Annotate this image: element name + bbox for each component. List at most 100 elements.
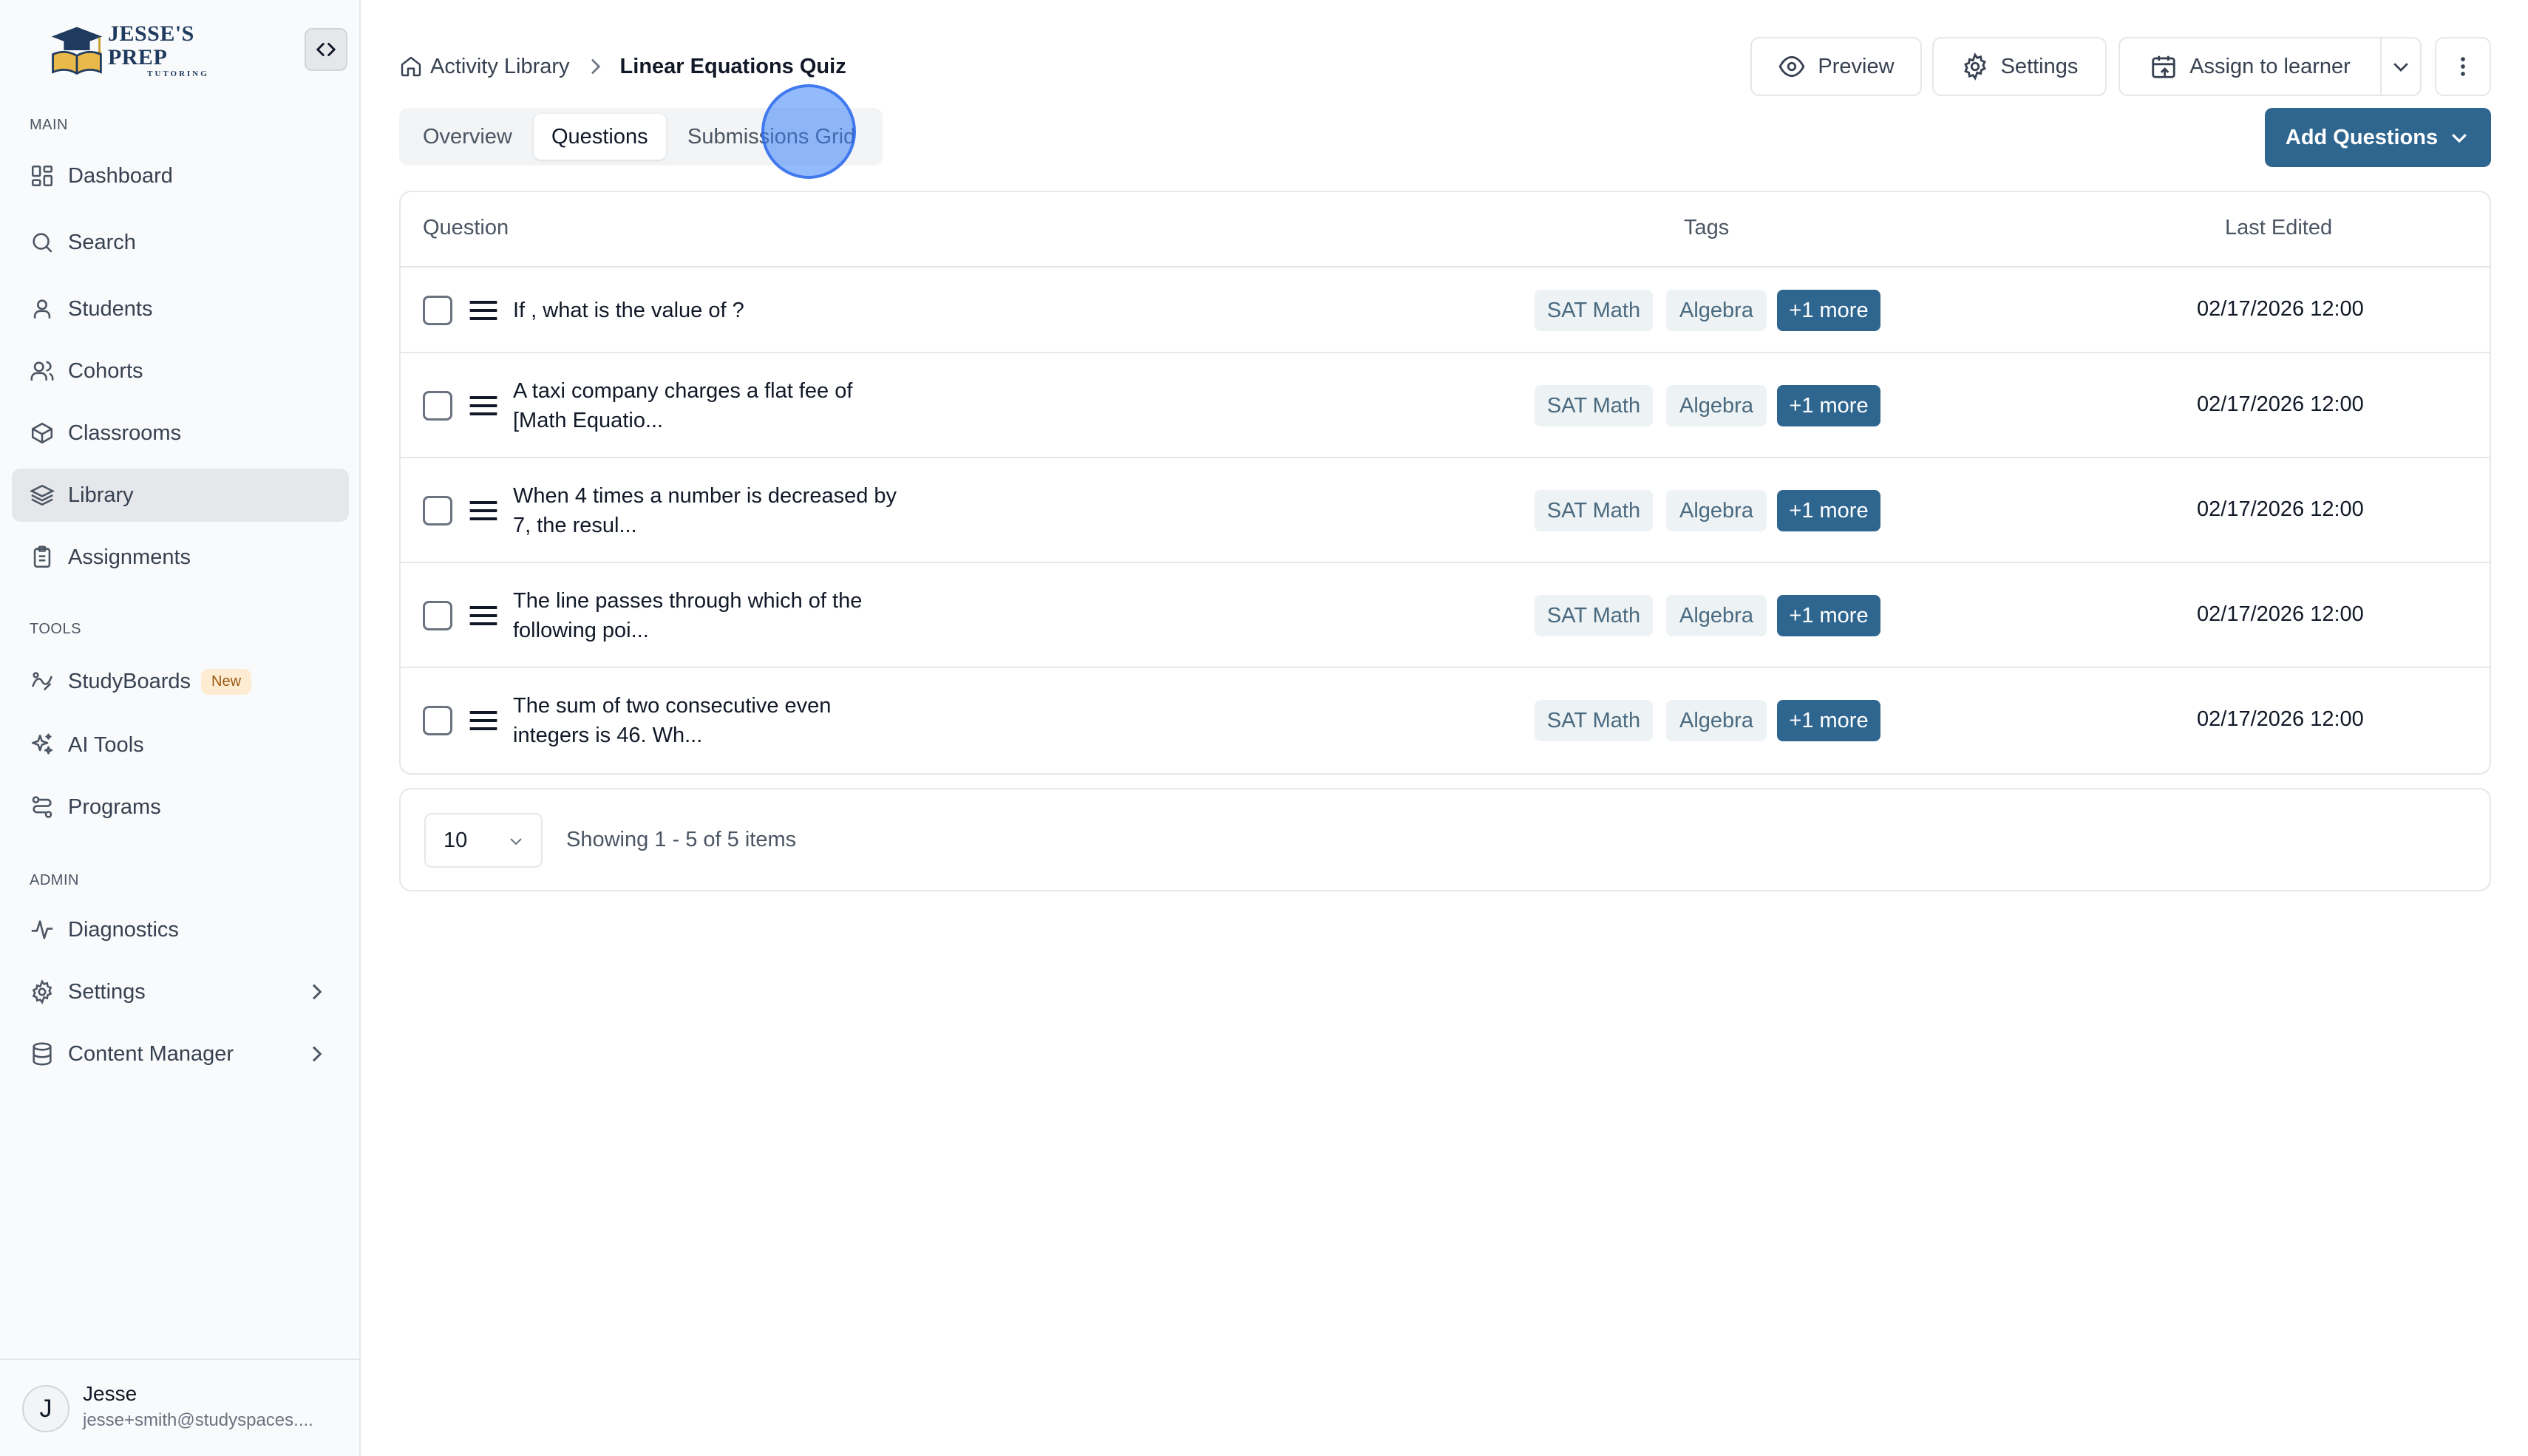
pagination-info: Showing 1 - 5 of 5 items (566, 828, 797, 851)
column-header-last-edited[interactable]: Last Edited (2225, 216, 2332, 240)
sidebar-item-programs[interactable]: Programs (12, 780, 349, 834)
clipboard-icon (33, 545, 51, 568)
section-label-main: MAIN (30, 117, 68, 133)
route-icon (32, 796, 52, 818)
more-tags-button[interactable]: +1 more (1777, 595, 1880, 636)
last-edited-date: 02/17/2026 12:00 (2197, 297, 2364, 321)
sidebar-item-label: Assignments (68, 545, 191, 569)
sidebar-item-label: StudyBoards (68, 669, 191, 693)
tab-questions[interactable]: Questions (534, 114, 666, 160)
sidebar-item-assignments[interactable]: Assignments (12, 531, 349, 584)
assign-to-learner-button[interactable]: Assign to learner (2118, 37, 2382, 96)
drag-handle-icon[interactable] (467, 704, 500, 737)
section-label-admin: ADMIN (30, 872, 79, 888)
dashboard-icon (31, 165, 53, 187)
drag-handle-icon[interactable] (467, 494, 500, 527)
drag-handle-icon[interactable] (467, 599, 500, 632)
question-text-line: The sum of two consecutive even (513, 694, 832, 718)
question-text[interactable]: The line passes through which of the foll… (513, 586, 927, 645)
questions-table: Question Tags Last Edited If , what is t… (399, 191, 2491, 775)
collapse-sidebar-button[interactable] (305, 28, 347, 71)
user-icon (33, 299, 51, 319)
row-checkbox[interactable] (423, 706, 452, 735)
add-questions-button[interactable]: Add Questions (2265, 108, 2491, 167)
sidebar-item-cohorts[interactable]: Cohorts (12, 344, 349, 398)
gear-icon (32, 979, 52, 1004)
question-text[interactable]: A taxi company charges a flat fee of [Mat… (513, 376, 927, 435)
table-row[interactable]: The sum of two consecutive even integers … (401, 668, 2490, 773)
activity-icon (31, 920, 53, 939)
table-row[interactable]: When 4 times a number is decreased by 7, … (401, 458, 2490, 563)
assign-dropdown-button[interactable] (2380, 37, 2422, 96)
row-checkbox[interactable] (423, 496, 452, 525)
pagination-bar: 10 Showing 1 - 5 of 5 items (399, 788, 2491, 891)
box-icon (31, 422, 53, 444)
sidebar-item-students[interactable]: Students (12, 282, 349, 336)
user-profile[interactable]: J Jesse jesse+smith@studyspaces.... (0, 1358, 361, 1456)
settings-button[interactable]: Settings (1932, 37, 2107, 96)
table-row[interactable]: The line passes through which of the foll… (401, 563, 2490, 668)
sidebar-item-label: Content Manager (68, 1041, 234, 1066)
layers-icon (30, 484, 55, 506)
more-tags-button[interactable]: +1 more (1777, 490, 1880, 531)
graduation-cap-book-icon (51, 27, 103, 75)
brand-logo[interactable]: JESSE'S PREP TUTORING (49, 21, 248, 80)
brand-subtitle: TUTORING (147, 69, 209, 78)
database-icon (33, 1042, 52, 1066)
row-checkbox[interactable] (423, 391, 452, 421)
more-tags-button[interactable]: +1 more (1777, 290, 1880, 331)
row-checkbox[interactable] (423, 601, 452, 630)
chevron-right-icon (312, 1046, 322, 1062)
breadcrumb-activity-library[interactable]: Activity Library (430, 55, 570, 79)
user-name: Jesse (83, 1382, 137, 1405)
tag-chip: Algebra (1666, 595, 1767, 636)
sidebar-item-library[interactable]: Library (12, 469, 349, 522)
users-icon (30, 361, 54, 381)
sidebar-item-label: Cohorts (68, 358, 143, 383)
chevron-right-icon (591, 58, 600, 75)
sidebar-item-studyboards[interactable]: StudyBoards New (12, 655, 349, 708)
section-label-tools: TOOLS (30, 621, 81, 637)
question-text[interactable]: When 4 times a number is decreased by 7, … (513, 481, 927, 540)
click-indicator (761, 84, 856, 179)
brand-name: JESSE'S PREP (107, 21, 194, 69)
drag-handle-icon[interactable] (467, 294, 500, 327)
page-size-select[interactable]: 10 (424, 813, 543, 868)
last-edited-date: 02/17/2026 12:00 (2197, 707, 2364, 731)
sidebar-item-diagnostics[interactable]: Diagnostics (12, 903, 349, 956)
sidebar-item-classrooms[interactable]: Classrooms (12, 406, 349, 460)
more-tags-button[interactable]: +1 more (1777, 700, 1880, 741)
question-text-line: integers is 46. Wh... (513, 724, 703, 747)
sidebar-item-dashboard[interactable]: Dashboard (12, 149, 349, 203)
question-text[interactable]: The sum of two consecutive even integers … (513, 691, 927, 750)
search-icon (33, 233, 52, 253)
sidebar-item-search[interactable]: Search (12, 216, 349, 269)
row-checkbox[interactable] (423, 296, 452, 325)
calendar-assign-icon (2152, 55, 2175, 78)
column-header-tags[interactable]: Tags (1684, 216, 1729, 240)
more-vertical-icon (2461, 57, 2465, 76)
question-text[interactable]: If , what is the value of ? (513, 296, 927, 325)
column-header-question[interactable]: Question (423, 216, 509, 240)
sidebar-item-content-manager[interactable]: Content Manager (12, 1027, 349, 1081)
preview-button[interactable]: Preview (1750, 37, 1922, 96)
tag-chip: SAT Math (1535, 700, 1653, 741)
preview-label: Preview (1818, 54, 1895, 78)
question-text-line: following poi... (513, 619, 649, 642)
tag-chip: Algebra (1666, 490, 1767, 531)
tab-overview[interactable]: Overview (405, 114, 530, 160)
sidebar-item-ai-tools[interactable]: AI Tools (12, 718, 349, 772)
last-edited-date: 02/17/2026 12:00 (2197, 497, 2364, 521)
studyboards-icon (32, 672, 52, 691)
drag-handle-icon[interactable] (467, 389, 500, 422)
table-row[interactable]: If , what is the value of ? SAT Math Algeb… (401, 268, 2490, 353)
question-text-line: 7, the resul... (513, 514, 637, 537)
more-tags-button[interactable]: +1 more (1777, 385, 1880, 426)
more-options-button[interactable] (2435, 37, 2491, 96)
sidebar-item-label: Library (68, 483, 134, 507)
page-size-value: 10 (444, 828, 468, 852)
sidebar-item-label: Programs (68, 795, 161, 819)
table-row[interactable]: A taxi company charges a flat fee of [Mat… (401, 353, 2490, 458)
last-edited-date: 02/17/2026 12:00 (2197, 602, 2364, 626)
sidebar-item-settings[interactable]: Settings (12, 965, 349, 1018)
